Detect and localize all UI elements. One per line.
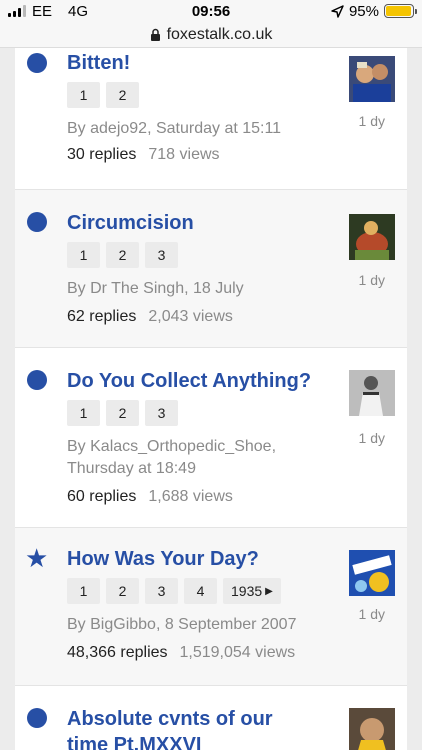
address-bar[interactable]: foxestalk.co.uk — [0, 22, 422, 48]
page-link[interactable]: 3 — [145, 400, 178, 426]
reply-count: 30 replies — [67, 146, 137, 163]
avatar[interactable] — [349, 56, 395, 102]
topic-row[interactable]: Circumcision 1 2 3 By Dr The Singh, 18 J… — [15, 190, 407, 348]
page-link[interactable]: 2 — [106, 578, 139, 604]
url-text: foxestalk.co.uk — [166, 25, 273, 43]
reply-count: 62 replies — [67, 308, 137, 325]
last-post-age: 1 dy — [358, 113, 385, 129]
topic-title[interactable]: How Was Your Day? — [67, 546, 332, 572]
view-count: 1,688 views — [148, 488, 233, 505]
topic-row[interactable]: ★ How Was Your Day? 1 2 3 4 1935 ▶ By Bi… — [15, 528, 407, 686]
topic-stats: 60 replies 1,688 views — [67, 488, 407, 506]
topic-title[interactable]: Absolute cvnts of our time Pt.MXXVI — [67, 706, 307, 750]
topic-stats: 48,366 replies 1,519,054 views — [67, 644, 407, 662]
page-link[interactable]: 3 — [145, 242, 178, 268]
reply-count: 48,366 replies — [67, 644, 168, 661]
battery-icon — [384, 4, 417, 18]
reply-count: 60 replies — [67, 488, 137, 505]
last-post-age: 1 dy — [358, 606, 385, 622]
last-page-link[interactable]: 1935 ▶ — [223, 578, 281, 604]
topic-row[interactable]: Absolute cvnts of our time Pt.MXXVI — [15, 686, 407, 750]
page-link[interactable]: 1 — [67, 578, 100, 604]
last-post-age: 1 dy — [358, 272, 385, 288]
avatar[interactable] — [349, 370, 395, 416]
topic-title[interactable]: Circumcision — [67, 210, 332, 236]
page-link[interactable]: 1 — [67, 242, 100, 268]
signal-strength-icon — [8, 5, 26, 17]
topic-title[interactable]: Bitten! — [67, 48, 332, 76]
caret-right-icon: ▶ — [265, 585, 273, 597]
topic-stats: 30 replies 718 views — [67, 146, 407, 164]
network-label: 4G — [68, 2, 89, 20]
view-count: 1,519,054 views — [179, 644, 296, 661]
topic-row[interactable]: Bitten! 1 2 By adejo92, Saturday at 15:1… — [15, 48, 407, 190]
unread-dot-icon — [27, 212, 47, 232]
page-link[interactable]: 1 — [67, 400, 100, 426]
clock: 09:56 — [191, 2, 231, 20]
topic-stats: 62 replies 2,043 views — [67, 308, 407, 326]
battery-level-fill — [386, 6, 411, 16]
avatar[interactable] — [349, 550, 395, 596]
carrier-label: EE — [32, 2, 53, 20]
page-link[interactable]: 1 — [67, 82, 100, 108]
unread-dot-icon — [27, 53, 47, 73]
last-post-age: 1 dy — [358, 430, 385, 446]
status-left: EE 4G — [8, 3, 88, 20]
star-icon: ★ — [25, 543, 49, 573]
page-link[interactable]: 4 — [184, 578, 217, 604]
topic-author: By adejo92, Saturday at 15:11 — [67, 120, 282, 137]
topic-row[interactable]: Do You Collect Anything? 1 2 3 By Kalacs… — [15, 348, 407, 528]
lock-icon — [150, 28, 160, 41]
status-right: 95% — [331, 2, 417, 20]
unread-dot-icon — [27, 708, 47, 728]
location-arrow-icon — [331, 4, 344, 18]
view-count: 2,043 views — [148, 308, 233, 325]
topic-title[interactable]: Do You Collect Anything? — [67, 368, 337, 394]
page-link[interactable]: 2 — [106, 400, 139, 426]
topic-author: By Kalacs_Orthopedic_Shoe, Thursday at 1… — [67, 438, 277, 477]
status-bar: EE 4G 09:56 95% — [0, 0, 422, 22]
unread-dot-icon — [27, 370, 47, 390]
avatar[interactable] — [349, 708, 395, 750]
battery-percent: 95% — [348, 2, 379, 20]
topic-list: Bitten! 1 2 By adejo92, Saturday at 15:1… — [15, 48, 407, 750]
page-link[interactable]: 3 — [145, 578, 178, 604]
page-link[interactable]: 2 — [106, 82, 139, 108]
topic-author: By BigGibbo, 8 September 2007 — [67, 616, 297, 633]
avatar[interactable] — [349, 214, 395, 260]
last-page-number: 1935 — [231, 583, 263, 599]
view-count: 718 views — [148, 146, 220, 163]
topic-author: By Dr The Singh, 18 July — [67, 280, 244, 297]
page-link[interactable]: 2 — [106, 242, 139, 268]
